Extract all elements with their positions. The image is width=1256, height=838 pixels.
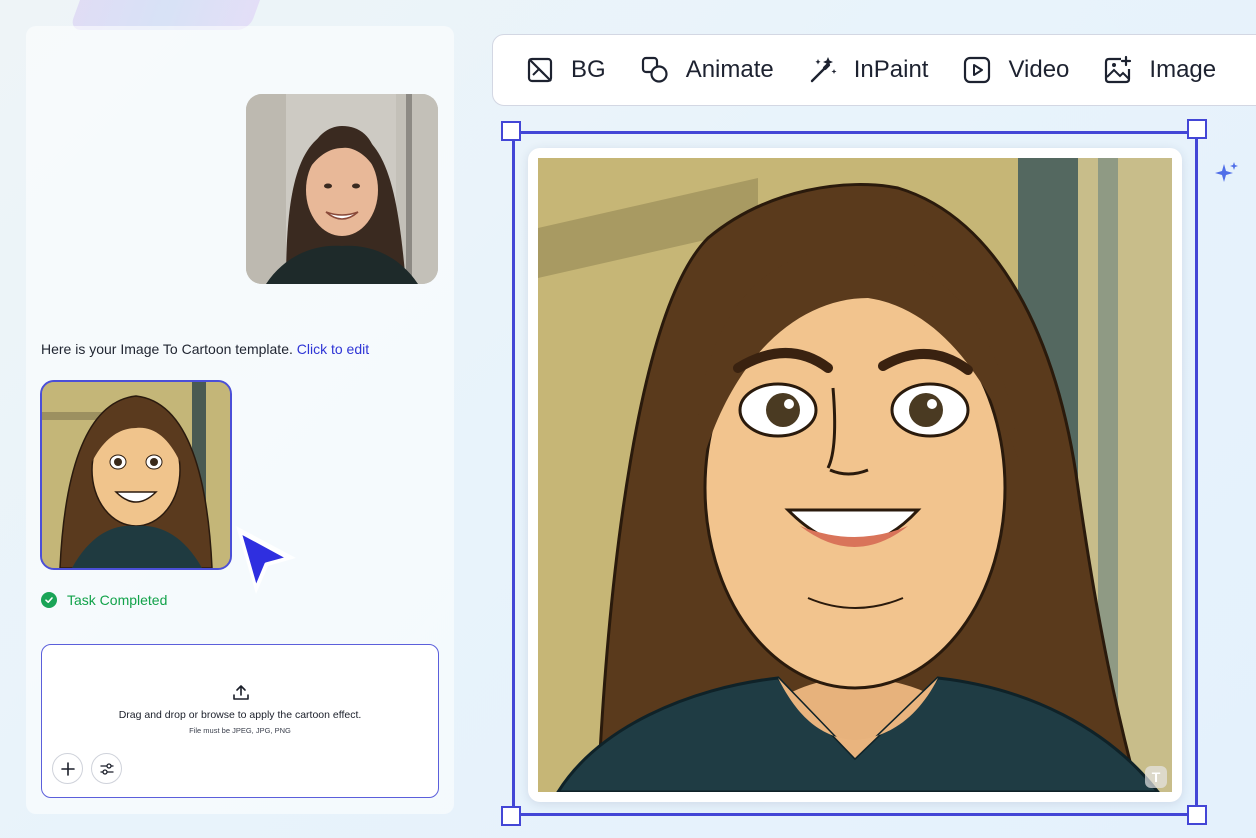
tool-image[interactable]: Image [1103,55,1216,85]
upload-dropzone[interactable]: Drag and drop or browse to apply the car… [41,644,439,798]
pointer-cursor-icon [236,526,296,594]
template-message: Here is your Image To Cartoon template. … [41,341,369,357]
resize-handle-top-left[interactable] [501,121,521,141]
upload-icon [233,685,249,700]
tool-toolbar: BG Animate InPaint Video Image [492,34,1256,106]
tool-inpaint[interactable]: InPaint [808,55,929,85]
upload-file-types: File must be JPEG, JPG, PNG [189,726,291,735]
watermark-badge: T [1145,766,1167,788]
magic-wand-icon [810,57,837,83]
settings-button[interactable] [91,753,122,784]
bg-remove-icon [527,57,553,83]
cartoon-result-image[interactable] [538,158,1172,792]
tool-animate[interactable]: Animate [640,55,774,85]
photo-illustration [246,94,438,284]
resize-handle-bottom-right[interactable] [1187,805,1207,825]
check-circle-icon [41,592,57,608]
tool-video[interactable]: Video [962,55,1069,85]
upload-instructions: Drag and drop or browse to apply the car… [118,709,362,721]
animate-icon [641,56,668,83]
cartoon-thumbnail-illustration [42,382,230,568]
resize-handle-bottom-left[interactable] [501,806,521,826]
cartoon-portrait-illustration [538,158,1172,792]
tool-bg[interactable]: BG [525,55,606,85]
tool-animate-label: Animate [685,56,774,83]
sparkle-icon [1215,162,1238,182]
resize-handle-top-right[interactable] [1187,119,1207,139]
image-add-icon [1105,55,1132,84]
task-status-label: Task Completed [67,592,168,608]
click-to-edit-link[interactable]: Click to edit [297,341,369,357]
add-button[interactable] [52,753,83,784]
template-message-text: Here is your Image To Cartoon template. [41,341,293,357]
tool-inpaint-label: InPaint [853,56,929,83]
uploaded-source-photo[interactable] [246,94,438,284]
video-play-icon [964,56,991,84]
tool-bg-label: BG [571,56,606,83]
sliders-icon [99,762,114,775]
tool-image-label: Image [1149,56,1217,83]
plus-icon [60,761,75,776]
cartoon-result-thumbnail[interactable] [40,380,232,570]
tool-video-label: Video [1008,56,1070,83]
task-status: Task Completed [41,592,167,608]
